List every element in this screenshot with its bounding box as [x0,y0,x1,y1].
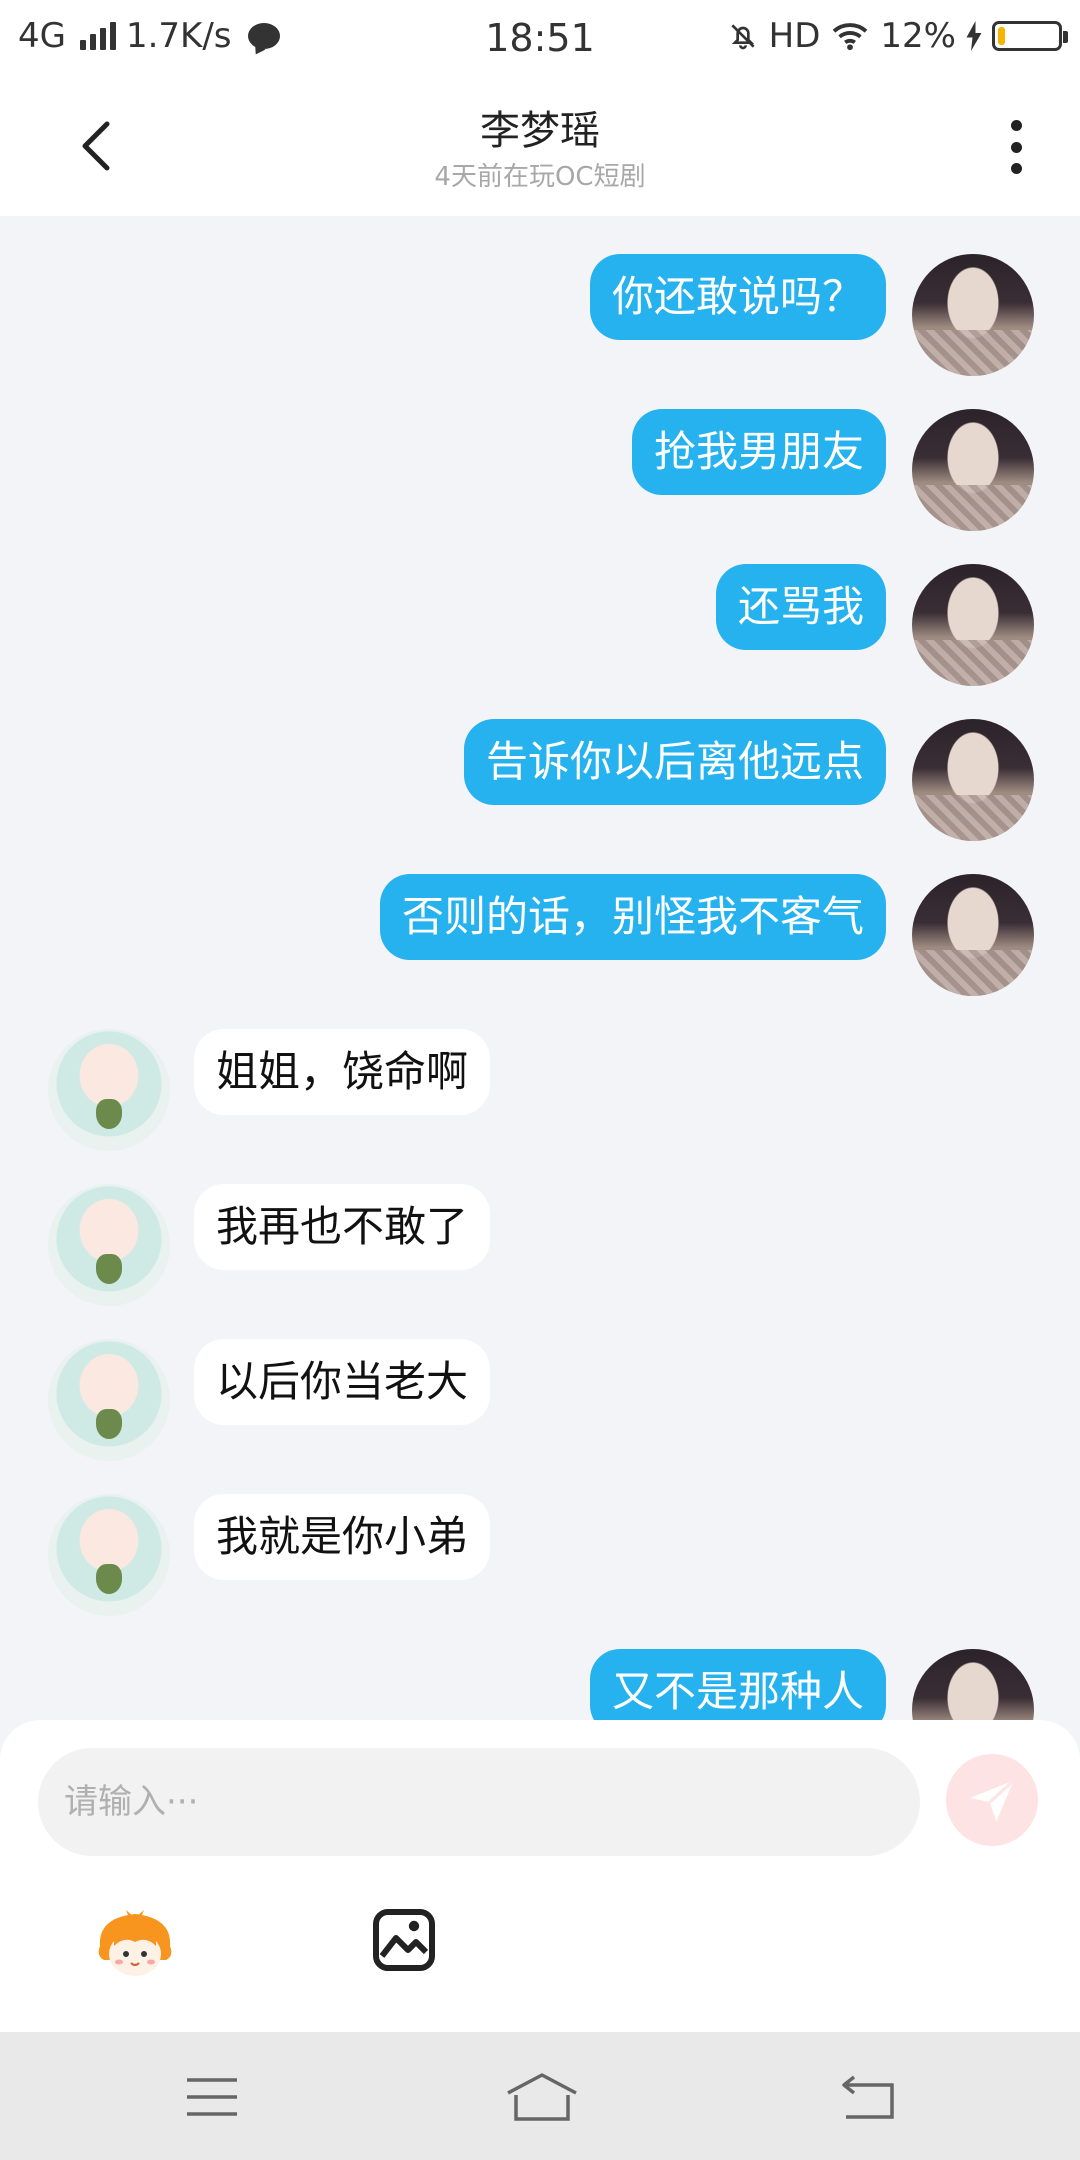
bell-off-icon [731,24,755,50]
nav-back-button[interactable] [838,2072,898,2122]
message-bubble-sent[interactable]: 抢我男朋友 [631,409,886,495]
message-row: 姐姐，饶命啊 [0,1029,1080,1151]
chat-subtitle: 4天前在玩OC短剧 [434,162,646,192]
message-bubble-sent[interactable]: 你还敢说吗？ [589,254,886,340]
avatar-self[interactable] [912,409,1034,531]
chat-header: 李梦瑶 4天前在玩OC短剧 [0,76,1080,216]
message-row: 又不是那种人 [0,1649,1080,1720]
menu-icon [187,2078,237,2116]
avatar-self[interactable] [912,719,1034,841]
message-row: 你还敢说吗？ [0,254,1080,376]
message-bubble-sent[interactable]: 还骂我 [715,564,886,650]
message-bubble-sent[interactable]: 否则的话，别怪我不客气 [379,874,886,960]
home-icon [507,2073,577,2121]
battery-icon [992,21,1068,51]
return-icon [842,2075,894,2119]
message-row: 还骂我 [0,564,1080,686]
message-input[interactable] [38,1748,920,1856]
image-icon [373,1909,435,1971]
mascot-emoji-icon [98,1910,172,1976]
more-vertical-icon [1010,120,1022,131]
avatar-self[interactable] [912,254,1034,376]
send-button[interactable] [946,1754,1038,1846]
emoji-button[interactable] [92,1906,178,1980]
message-bubble-received[interactable]: 姐姐，饶命啊 [194,1029,491,1115]
message-bubble-sent[interactable]: 又不是那种人 [589,1649,886,1720]
battery-fill [998,27,1005,45]
avatar-self[interactable] [912,564,1034,686]
image-button[interactable] [372,1908,436,1972]
message-bubble-received[interactable]: 以后你当老大 [194,1339,491,1425]
more-options-button[interactable] [996,112,1036,182]
avatar-self[interactable] [912,1649,1034,1720]
more-dot [1010,163,1022,174]
nav-menu-button[interactable] [182,2072,242,2122]
message-bubble-received[interactable]: 我就是你小弟 [194,1494,491,1580]
charging-icon [966,21,982,51]
message-bubble-received[interactable]: 我再也不敢了 [194,1184,491,1270]
message-row: 我再也不敢了 [0,1184,1080,1306]
message-bubble-sent[interactable]: 告诉你以后离他远点 [463,719,886,805]
avatar-contact[interactable] [48,1184,170,1306]
avatar-contact[interactable] [48,1494,170,1616]
hd-indicator: HD [768,16,821,56]
paper-plane-icon [970,1779,1015,1822]
message-row: 以后你当老大 [0,1339,1080,1461]
message-row: 否则的话，别怪我不客气 [0,874,1080,996]
status-right: HD 12% [727,16,1068,56]
chat-title: 李梦瑶 [480,108,600,154]
message-row: 抢我男朋友 [0,409,1080,531]
avatar-contact[interactable] [48,1029,170,1151]
composer [0,1720,1080,2032]
message-row: 告诉你以后离他远点 [0,719,1080,841]
avatar-self[interactable] [912,874,1034,996]
more-dot [1010,141,1022,153]
status-bar: 4G 1.7K/s 18:51 HD 12% [0,0,1080,76]
nav-home-button[interactable] [502,2072,582,2122]
wifi-icon [833,23,868,51]
message-list[interactable]: 你还敢说吗？ 抢我男朋友 还骂我 告诉你以后离他远点 否则的话，别怪我不客气 姐… [0,216,1080,1720]
message-row: 我就是你小弟 [0,1494,1080,1616]
battery-percent: 12% [880,16,956,56]
system-nav-bar [0,2032,1080,2160]
avatar-contact[interactable] [48,1339,170,1461]
